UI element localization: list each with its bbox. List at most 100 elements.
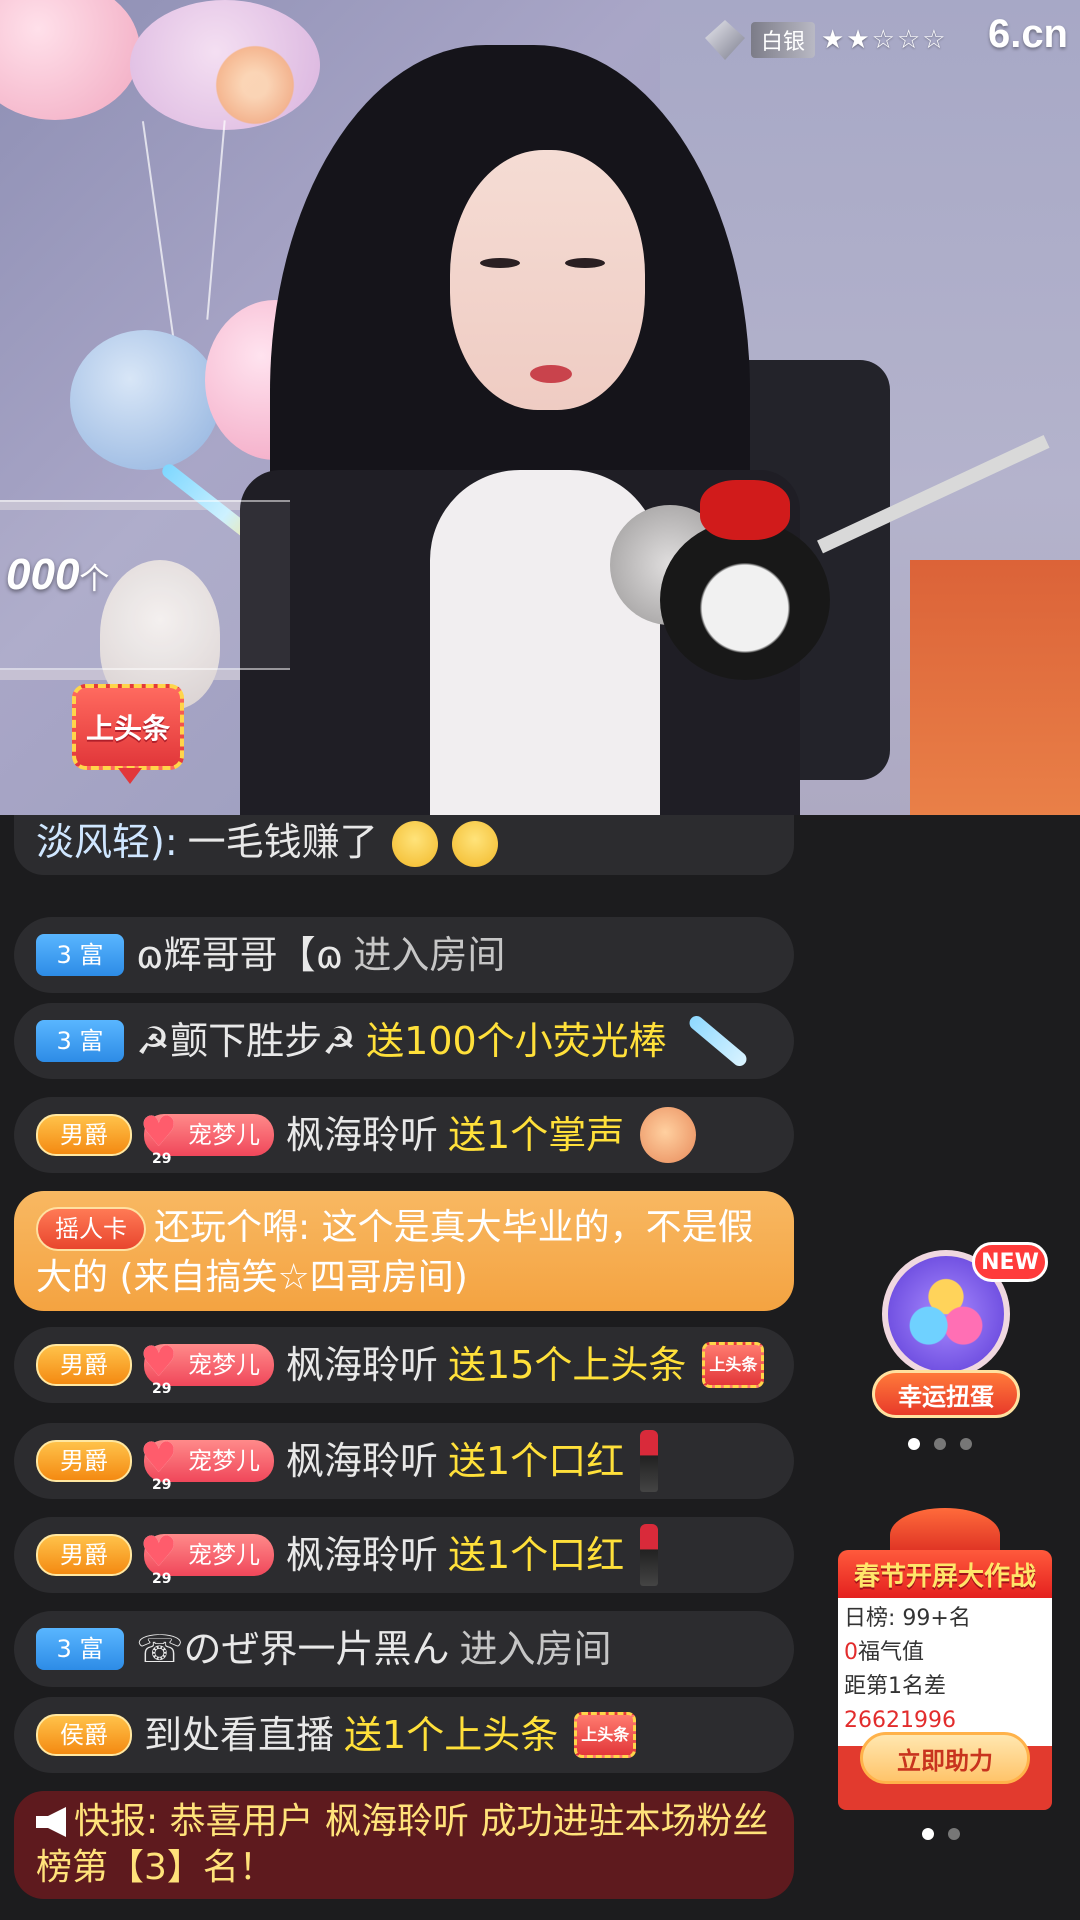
chat-message: 男爵 ♥ 29 宠梦儿 枫海聆听 送1个掌声 [14,1097,794,1173]
spring-body: 日榜: 99+名 0福气值 距第1名差 26621996 立即助力 [838,1598,1052,1810]
fan-badge-name: 宠梦儿 [188,1121,260,1149]
rank-label: 白银 [751,22,816,58]
anchor-rank-badge[interactable]: 白银 ★★☆☆☆ [705,20,948,60]
chat-action: 进入房间 [353,933,506,977]
site-logo: 6.cn [987,12,1068,56]
lipstick-icon [640,1524,659,1586]
fan-level: 29 [152,1571,172,1587]
carousel-dot [960,1438,972,1450]
chat-action: 进入房间 [459,1627,612,1671]
chat-action: 送1个掌声 [448,1113,625,1157]
applause-icon [640,1107,697,1163]
boost-button[interactable]: 立即助力 [860,1732,1030,1784]
noble-badge: 男爵 [36,1114,132,1156]
chat-action: 送100个小荧光棒 [366,1019,667,1063]
headline-button[interactable]: 上头条 [72,684,184,784]
chat-user[interactable]: 枫海聆听 [286,1436,438,1486]
balloon-confetti [210,40,300,130]
fan-level: 29 [152,1381,172,1397]
spring-title: 春节开屏大作战 [838,1550,1052,1598]
spring-festival-widget[interactable]: 春节开屏大作战 日榜: 99+名 0福气值 距第1名差 26621996 立即助… [838,1508,1052,1810]
fan-badge: ♥ 29 宠梦儿 [140,1530,274,1587]
wealth-level-badge: 3 富 [36,1020,124,1062]
chat-message: 3 富 ☭颤下胜步☭ 送100个小荧光棒 [14,1003,794,1079]
carousel-dots [922,1828,960,1840]
headline-icon: 上头条 [702,1342,765,1388]
streamer-lips [530,365,572,383]
headline-icon: 上头条 [574,1712,637,1758]
news-text: 快报: 恭喜用户 枫海聆听 成功进驻本场粉丝榜第【3】名！ [36,1801,769,1888]
carousel-dot [922,1828,934,1840]
rank-stars: ★★☆☆☆ [821,25,948,55]
chat-action: 送1个上头条 [344,1713,559,1757]
noble-badge: 男爵 [36,1534,132,1576]
chat-action: 送1个口红 [448,1533,625,1577]
wealth-level-badge: 3 富 [36,934,124,976]
chat-message: 男爵 ♥ 29 宠梦儿 枫海聆听 送15个上头条 上头条 [14,1327,794,1403]
chat-user[interactable]: ɷ辉哥哥【ɷ [136,930,343,980]
lipstick-icon [640,1430,659,1492]
live-video[interactable]: 白银 ★★☆☆☆ 6.cn 000个 上头条 [0,0,1080,815]
noble-badge: 男爵 [36,1344,132,1386]
counter-readout: 000个 [6,550,109,600]
score-line: 0福气值 [844,1636,1046,1670]
chat-action: 送1个口红 [448,1439,625,1483]
diamond-icon [705,20,745,60]
streamer-eye [565,258,605,268]
chat-user[interactable]: 到处看直播 [144,1710,334,1760]
fan-badge: ♥ 29 宠梦儿 [140,1110,274,1167]
chat-user[interactable]: ☏のぜ界一片黑ん [136,1624,450,1674]
chat-message: 淡风轻): 一毛钱赚了 [14,815,794,875]
balloon-blue [70,330,220,470]
lucky-gacha-widget[interactable]: NEW 幸运扭蛋 [872,1240,1048,1420]
chat-user[interactable]: 枫海聆听 [286,1110,438,1160]
orange-decoration [910,560,1080,815]
fan-level: 29 [152,1477,172,1493]
fan-badge: ♥ 29 宠梦儿 [140,1340,274,1397]
chat-user[interactable]: 枫海聆听 [286,1530,438,1580]
score-label: 福气值 [858,1640,925,1665]
score-value: 0 [844,1640,858,1665]
chat-message: 男爵 ♥ 29 宠梦儿 枫海聆听 送1个口红 [14,1517,794,1593]
balloon-pink [0,0,140,120]
spring-stats: 日榜: 99+名 0福气值 距第1名差 26621996 [838,1598,1052,1746]
news-broadcast: 快报: 恭喜用户 枫海聆听 成功进驻本场粉丝榜第【3】名！ [14,1791,794,1899]
fan-badge: ♥ 29 宠梦儿 [140,1436,274,1493]
fan-badge-name: 宠梦儿 [188,1447,260,1475]
shake-card-message: 摇人卡 还玩个嘚: 这个是真大毕业的，不是假大的 (来自搞笑☆四哥房间) [14,1191,794,1311]
chat-message: 3 富 ɷ辉哥哥【ɷ 进入房间 [14,917,794,993]
balloon-string [206,120,226,320]
chat-message: 男爵 ♥ 29 宠梦儿 枫海聆听 送1个口红 [14,1423,794,1499]
sleepy-emoji-icon [451,821,498,867]
new-badge: NEW [972,1242,1048,1282]
counter-value: 000 [6,550,80,599]
wealth-level-badge: 3 富 [36,1628,124,1670]
streamer-shirt [430,470,660,815]
daily-rank: 日榜: 99+名 [844,1606,971,1631]
streamer-eye [480,258,520,268]
gacha-label: 幸运扭蛋 [872,1370,1020,1418]
minnie-plush [660,520,830,680]
glow-stick-icon [686,1013,749,1069]
counter-unit: 个 [79,563,110,596]
chat-action: 送15个上头条 [448,1343,687,1387]
fan-badge-name: 宠梦儿 [188,1351,260,1379]
gap-label: 距第1名差 [844,1674,946,1699]
sleepy-emoji-icon [391,821,438,867]
noble-badge: 侯爵 [36,1714,132,1756]
chat-user[interactable]: ☭颤下胜步☭ [136,1016,356,1066]
carousel-dot [908,1438,920,1450]
chat-text: 一毛钱赚了 [187,820,378,864]
carousel-dot [934,1438,946,1450]
fan-badge-name: 宠梦儿 [188,1541,260,1569]
chat-user[interactable]: 淡风轻): [36,817,178,867]
fan-level: 29 [152,1151,172,1167]
noble-badge: 男爵 [36,1440,132,1482]
carousel-dots [908,1438,972,1450]
chat-user[interactable]: 枫海聆听 [286,1340,438,1390]
chat-message: 3 富 ☏のぜ界一片黑ん 进入房间 [14,1611,794,1687]
chat-message: 侯爵 到处看直播 送1个上头条 上头条 [14,1697,794,1773]
speaker-icon [36,1807,66,1837]
shake-card-badge: 摇人卡 [36,1207,146,1251]
carousel-dot [948,1828,960,1840]
